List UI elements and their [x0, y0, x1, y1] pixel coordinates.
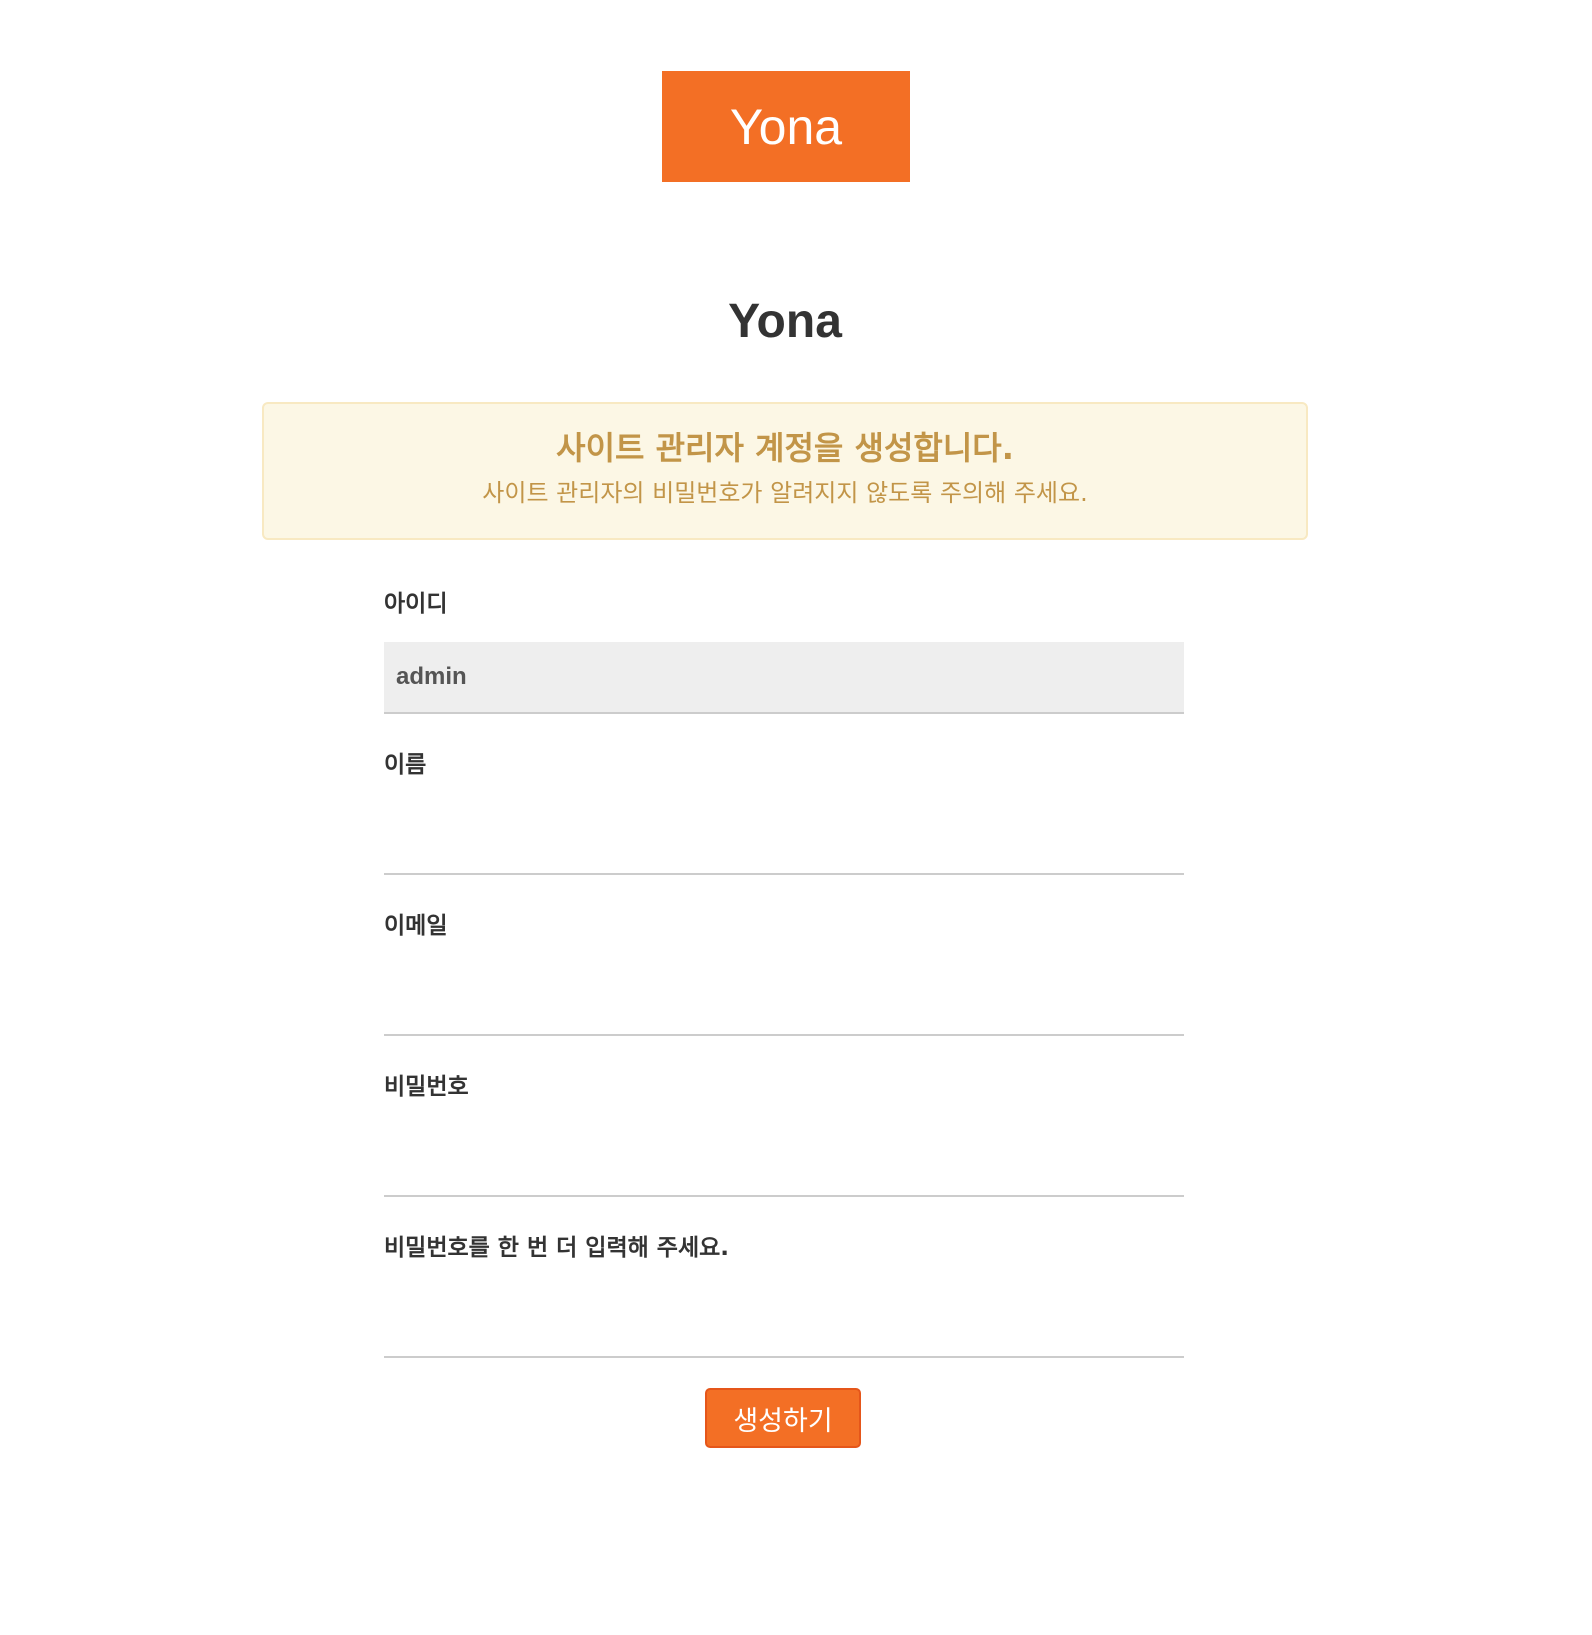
notice-banner: 사이트 관리자 계정을 생성합니다. 사이트 관리자의 비밀번호가 알려지지 않… [262, 402, 1308, 540]
password-field-group: 비밀번호 [384, 1063, 1184, 1224]
create-account-button[interactable]: 생성하기 [705, 1388, 861, 1448]
name-label: 이름 [384, 752, 427, 778]
login-id-input[interactable] [384, 642, 1184, 714]
notice-title: 사이트 관리자 계정을 생성합니다. [556, 429, 1014, 467]
name-field-group: 이름 [384, 741, 1184, 902]
notice-description: 사이트 관리자의 비밀번호가 알려지지 않도록 주의해 주세요. [482, 479, 1088, 507]
login-id-field-group: 아이디 [384, 580, 1184, 741]
logo-text: Yona [729, 98, 843, 155]
login-id-label: 아이디 [384, 591, 448, 617]
email-field-group: 이메일 [384, 902, 1184, 1063]
email-label: 이메일 [384, 913, 448, 939]
password-input[interactable] [384, 1125, 1184, 1197]
name-input[interactable] [384, 803, 1184, 875]
password-label: 비밀번호 [384, 1074, 469, 1100]
password-confirm-field-group: 비밀번호를 한 번 더 입력해 주세요. [384, 1224, 1184, 1385]
site-logo[interactable]: Yona [662, 71, 910, 182]
email-input[interactable] [384, 964, 1184, 1036]
password-confirm-input[interactable] [384, 1286, 1184, 1358]
page-title: Yona [728, 295, 842, 348]
password-confirm-label: 비밀번호를 한 번 더 입력해 주세요. [384, 1235, 730, 1261]
admin-signup-form: 아이디 이름 이메일 비밀번호 비밀번호를 한 번 더 입력해 주세요. [384, 580, 1184, 1385]
